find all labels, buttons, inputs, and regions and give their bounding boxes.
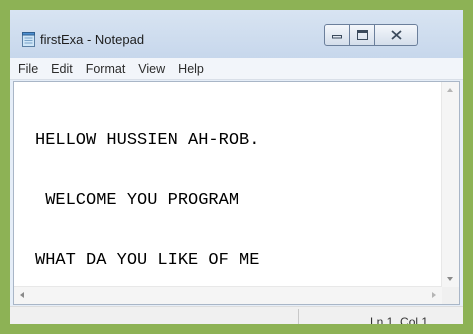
scroll-down-icon[interactable] [447,277,453,281]
menu-file[interactable]: File [18,62,38,76]
scroll-right-icon[interactable] [432,292,436,298]
close-icon [390,30,402,40]
text-editor[interactable]: HELLOW HUSSIEN AH-ROB. WELCOME YOU PROGR… [14,82,442,287]
minimize-icon [332,35,342,39]
window-title: firstExa - Notepad [40,32,145,47]
editor-line: WHAT DA YOU LIKE OF ME [35,251,260,270]
cursor-position: Ln 1, Col 1 [370,315,429,324]
maximize-button[interactable] [350,24,375,46]
notepad-window: firstExa - Notepad File Edit Format View… [10,10,463,324]
close-button[interactable] [375,24,418,46]
editor-area: HELLOW HUSSIEN AH-ROB. WELCOME YOU PROGR… [13,81,460,305]
maximize-icon [356,30,368,40]
menu-edit[interactable]: Edit [51,62,73,76]
editor-line: WELCOME YOU PROGRAM [35,191,240,210]
notepad-icon [22,32,35,47]
menu-view[interactable]: View [138,62,165,76]
status-bar: Ln 1, Col 1 [10,306,463,324]
menu-format[interactable]: Format [86,62,126,76]
title-bar[interactable]: firstExa - Notepad [10,10,463,58]
scrollbar-corner [442,287,459,304]
horizontal-scrollbar[interactable] [14,286,442,304]
editor-line: HELLOW HUSSIEN AH-ROB. [35,131,260,150]
menu-help[interactable]: Help [178,62,204,76]
menu-bar: File Edit Format View Help [10,58,463,80]
minimize-button[interactable] [324,24,350,46]
status-divider [298,309,299,324]
vertical-scrollbar[interactable] [441,82,459,287]
window-controls [324,24,418,46]
scroll-left-icon[interactable] [20,292,24,298]
scroll-up-icon[interactable] [447,88,453,92]
